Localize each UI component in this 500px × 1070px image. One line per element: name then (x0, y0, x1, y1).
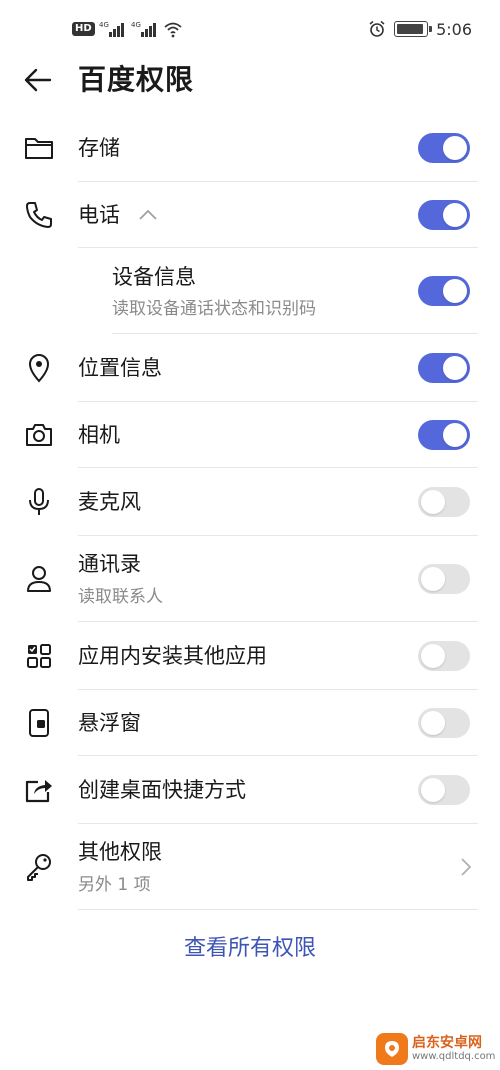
location-pin-icon (22, 351, 56, 385)
device-info-toggle[interactable] (418, 276, 470, 306)
chevron-up-icon[interactable] (138, 208, 158, 222)
permission-row-microphone[interactable]: 麦克风 (0, 468, 500, 536)
permission-description: 另外 1 项 (78, 875, 151, 895)
status-right: 5:06 (368, 18, 472, 40)
signal-icon-2: 4G (131, 21, 156, 37)
status-bar: HD 4G 4G 5:06 (0, 0, 500, 58)
permission-label: 创建桌面快捷方式 (78, 778, 246, 802)
permission-label: 相机 (78, 423, 120, 447)
phone-toggle[interactable] (418, 200, 470, 230)
signal-label-2: 4G (131, 21, 141, 29)
permission-row-floating-window[interactable]: 悬浮窗 (0, 690, 500, 756)
folder-icon (22, 131, 56, 165)
install-apps-toggle[interactable] (418, 641, 470, 671)
watermark-name: 启东安卓网 (412, 1035, 482, 1051)
permission-description: 读取设备通话状态和识别码 (112, 299, 316, 319)
permission-row-install-apps[interactable]: 应用内安装其他应用 (0, 622, 500, 690)
floating-window-toggle[interactable] (418, 708, 470, 738)
back-arrow-icon[interactable] (22, 64, 54, 96)
permission-label: 设备信息 (112, 265, 196, 289)
wifi-icon (164, 22, 182, 38)
microphone-icon (22, 485, 56, 519)
shortcut-toggle[interactable] (418, 775, 470, 805)
permission-row-camera[interactable]: 相机 (0, 402, 500, 468)
status-time: 5:06 (436, 19, 472, 39)
permission-label: 位置信息 (78, 356, 162, 380)
permission-row-contacts[interactable]: 通讯录 读取联系人 (0, 536, 500, 622)
microphone-toggle[interactable] (418, 487, 470, 517)
divider (78, 909, 478, 910)
permission-label: 麦克风 (78, 490, 141, 514)
permission-label: 电话 (78, 203, 120, 227)
phone-icon (22, 198, 56, 232)
hd-badge: HD (72, 22, 95, 36)
alarm-icon (369, 20, 385, 37)
permission-label: 其他权限 (78, 840, 162, 864)
view-all-permissions-link[interactable]: 查看所有权限 (0, 932, 500, 966)
permission-row-phone[interactable]: 电话 (0, 182, 500, 248)
signal-icon: 4G (99, 21, 124, 37)
camera-toggle[interactable] (418, 420, 470, 450)
page-title: 百度权限 (78, 63, 195, 96)
permission-description: 读取联系人 (78, 587, 163, 607)
shortcut-share-icon (22, 773, 56, 807)
permission-row-shortcut[interactable]: 创建桌面快捷方式 (0, 756, 500, 824)
permission-row-storage[interactable]: 存储 (0, 114, 500, 182)
permission-label: 应用内安装其他应用 (78, 644, 267, 668)
watermark: 启东安卓网 www.qdltdq.com (376, 1028, 500, 1070)
chevron-right-icon (461, 858, 472, 876)
permission-label: 悬浮窗 (78, 711, 141, 735)
key-icon (22, 850, 56, 884)
camera-icon (22, 418, 56, 452)
apps-grid-icon (22, 639, 56, 673)
contacts-toggle[interactable] (418, 564, 470, 594)
permission-row-device-info[interactable]: 设备信息 读取设备通话状态和识别码 (0, 248, 500, 334)
permission-label: 通讯录 (78, 552, 141, 576)
page-header: 百度权限 (0, 58, 500, 106)
storage-toggle[interactable] (418, 133, 470, 163)
watermark-url: www.qdltdq.com (412, 1051, 496, 1062)
watermark-logo-icon (376, 1033, 408, 1065)
signal-label: 4G (99, 21, 109, 29)
permissions-screen: HD 4G 4G 5:06 百度权限 存储 电话 设备信息 读取设备通话状态和识… (0, 0, 500, 1070)
permission-row-location[interactable]: 位置信息 (0, 334, 500, 402)
status-left: HD 4G 4G (72, 18, 183, 40)
location-toggle[interactable] (418, 353, 470, 383)
permission-label: 存储 (78, 136, 120, 160)
floating-window-icon (22, 706, 56, 740)
contacts-person-icon (22, 562, 56, 596)
battery-icon (394, 21, 433, 37)
permission-row-other[interactable]: 其他权限 另外 1 项 (0, 824, 500, 910)
